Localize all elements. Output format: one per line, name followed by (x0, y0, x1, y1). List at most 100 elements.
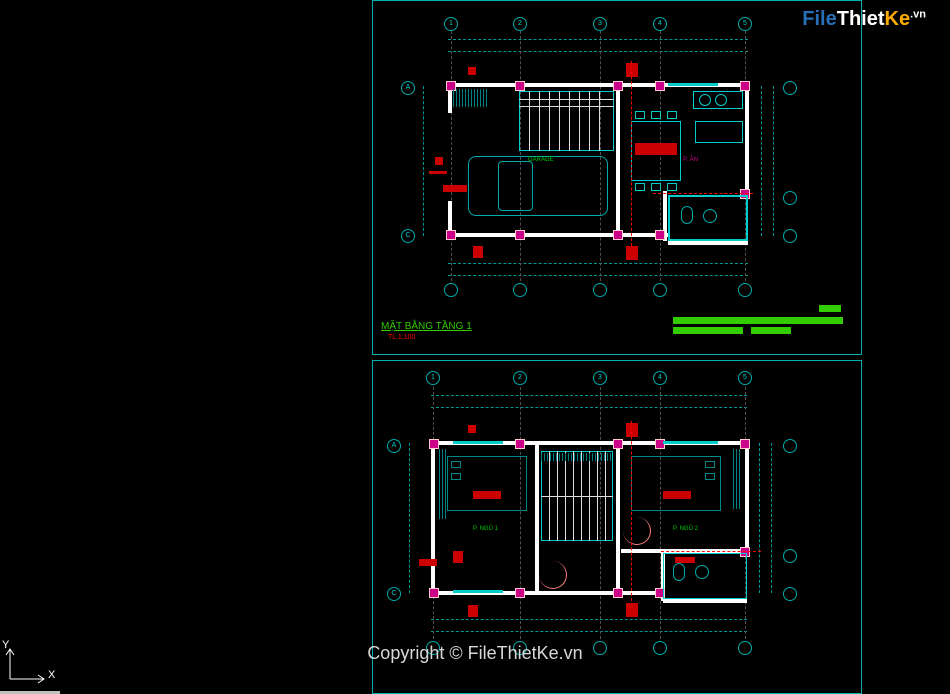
dim-line (773, 86, 774, 236)
section-line (429, 171, 447, 174)
toilet (673, 563, 685, 581)
grid-bubble (653, 641, 667, 655)
room-label: P. NGỦ 1 (473, 526, 498, 532)
dim-line (448, 39, 748, 40)
tread (569, 91, 570, 151)
wall (616, 441, 620, 593)
tread (589, 91, 590, 151)
grid-line (520, 387, 521, 639)
grid-bubble (783, 439, 797, 453)
logo-thiet: Thiet (837, 8, 885, 30)
pillow (451, 473, 461, 480)
ucs-x-label: X (48, 669, 55, 681)
logo-ke: Ke (885, 8, 911, 30)
column (613, 588, 623, 598)
tread (549, 91, 550, 151)
sink (695, 121, 743, 143)
dim-line (431, 631, 747, 632)
wc-label (675, 557, 695, 563)
cad-canvas: MẶT BẰNG TẦNG 1 TL 1:100 1 2 3 4 5 A C (0, 0, 950, 694)
grid-bubble (593, 283, 607, 297)
level-marker (443, 185, 467, 192)
ucs-arrows-icon (4, 645, 54, 685)
chair (667, 111, 677, 119)
section-marker (468, 67, 476, 75)
wall (431, 441, 435, 593)
dim-line (431, 395, 747, 396)
section-marker (473, 246, 483, 258)
dim-line (771, 443, 772, 593)
wardrobe (733, 449, 740, 509)
column (613, 230, 623, 240)
section-line (631, 421, 632, 606)
grid-bubble: A (387, 439, 401, 453)
window (453, 441, 503, 444)
pillow (705, 461, 715, 468)
window (453, 590, 503, 593)
grid-bubble (783, 191, 797, 205)
section-marker (626, 63, 638, 77)
chair (635, 111, 645, 119)
tread (539, 91, 540, 151)
grid-bubble: 3 (593, 371, 607, 385)
grid-bubble (783, 81, 797, 95)
chair (651, 183, 661, 191)
plan1-title: MẶT BẰNG TẦNG 1 (381, 321, 472, 332)
column (613, 439, 623, 449)
cooktop (715, 94, 727, 106)
grid-bubble: 2 (513, 371, 527, 385)
section-line (661, 551, 761, 552)
grid-bubble: 5 (738, 371, 752, 385)
column (429, 439, 439, 449)
grid-bubble (426, 641, 440, 655)
wall (668, 241, 748, 245)
tread (599, 91, 600, 151)
dim-line (448, 51, 748, 52)
level-marker (419, 559, 437, 566)
car-window (498, 161, 533, 211)
dim-line (431, 619, 747, 620)
pillow (705, 473, 715, 480)
grid-bubble-3: 3 (593, 17, 607, 31)
chair (651, 111, 661, 119)
window (668, 83, 718, 86)
section-line (631, 61, 632, 246)
section-marker (626, 603, 638, 617)
titleblock-bar (751, 327, 791, 334)
toilet (681, 206, 693, 224)
dim-line (423, 86, 424, 236)
tread (559, 91, 560, 151)
titleblock-bar (673, 317, 808, 324)
ucs-y-label: Y (2, 639, 9, 651)
door (539, 561, 567, 589)
basin (703, 209, 717, 223)
wall (448, 233, 668, 237)
room-label: P. ĂN (683, 157, 698, 163)
grid-bubble: 1 (426, 371, 440, 385)
dim-line (448, 275, 748, 276)
grid-line (451, 31, 452, 281)
bed-label (473, 491, 501, 499)
room-label: P. NGỦ 2 (673, 526, 698, 532)
tread (579, 91, 580, 151)
grid-bubble (513, 641, 527, 655)
room-label: GARAGE (528, 157, 554, 163)
wall (745, 83, 749, 195)
chair (635, 183, 645, 191)
grid-bubble-1: 1 (444, 17, 458, 31)
column (515, 588, 525, 598)
wardrobe (439, 449, 446, 519)
grid-bubble (783, 587, 797, 601)
dim-line (761, 86, 762, 236)
plan1-subtitle: TL 1:100 (388, 334, 415, 341)
column (613, 81, 623, 91)
grid-bubble-2: 2 (513, 17, 527, 31)
basin (695, 565, 709, 579)
grid-bubble (444, 283, 458, 297)
tread (529, 91, 530, 151)
section-marker (435, 157, 443, 165)
wall (535, 441, 539, 593)
section-marker (468, 605, 478, 617)
column (655, 81, 665, 91)
grid-bubble-4: 4 (653, 17, 667, 31)
